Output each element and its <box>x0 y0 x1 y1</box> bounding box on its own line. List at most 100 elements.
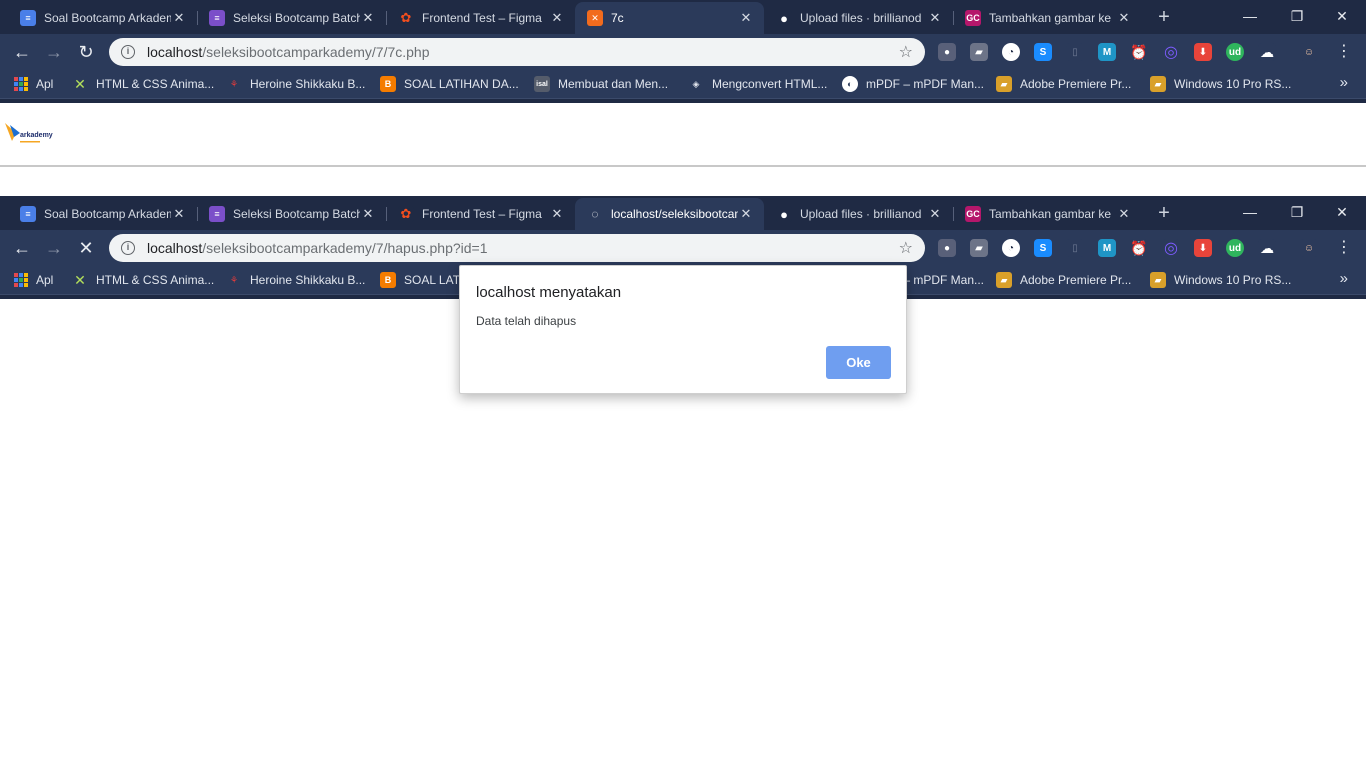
bookmark-item[interactable]: ▰ Windows 10 Pro RS... <box>1150 271 1291 289</box>
tab-title: Soal Bootcamp Arkademy <box>44 11 171 25</box>
tab-title: Seleksi Bootcamp Batch <box>233 11 360 25</box>
bookmark-item[interactable]: ◈ Mengconvert HTML... <box>688 75 827 93</box>
new-tab-button[interactable]: + <box>1152 202 1176 224</box>
profile-avatar-icon[interactable]: ☺ <box>1300 43 1318 61</box>
menu-kebab-icon[interactable]: ⋮ <box>1336 41 1352 61</box>
address-bar[interactable]: i localhost/seleksibootcamparkademy/7/7c… <box>109 38 925 66</box>
back-button[interactable]: ← <box>10 40 34 64</box>
close-icon[interactable]: ✕ <box>360 10 376 26</box>
bookmark-apps[interactable]: Apl <box>14 75 53 93</box>
info-icon[interactable]: i <box>121 45 135 59</box>
tab-hapus-loading[interactable]: ◌ localhost/seleksibootcamp ✕ <box>575 198 764 230</box>
alert-dialog: localhost menyatakan Data telah dihapus … <box>459 265 907 394</box>
profile-avatar-icon[interactable]: ☺ <box>1300 239 1318 257</box>
download-extension-icon[interactable]: ⬇ <box>1194 43 1212 61</box>
tab-tambahkan-gambar[interactable]: GC Tambahkan gambar ke ✕ <box>953 198 1142 230</box>
ok-button[interactable]: Oke <box>826 346 891 379</box>
close-icon[interactable]: ✕ <box>1116 206 1132 222</box>
cloud-extension-icon[interactable]: ☁ <box>1258 239 1276 257</box>
anime-icon: ⚘ <box>226 76 242 92</box>
m-extension-icon[interactable]: M <box>1098 43 1116 61</box>
s-extension-icon[interactable]: S <box>1034 43 1052 61</box>
bookmark-item[interactable]: ▰ Adobe Premiere Pr... <box>996 75 1131 93</box>
bookmark-item[interactable]: ✕ HTML & CSS Anima... <box>72 75 214 93</box>
tab-7c[interactable]: ✕ 7c ✕ <box>575 2 764 34</box>
tab-figma[interactable]: ✿ Frontend Test – Figma ✕ <box>386 198 575 230</box>
bookmark-item[interactable]: ✕ HTML & CSS Anima... <box>72 271 214 289</box>
xampp-icon: ✕ <box>587 10 603 26</box>
circle-extension-icon[interactable]: ◎ <box>1162 239 1180 257</box>
menu-kebab-icon[interactable]: ⋮ <box>1336 237 1352 257</box>
tab-soal-bootcamp[interactable]: ≡ Soal Bootcamp Arkademy ✕ <box>8 198 197 230</box>
picture-extension-icon[interactable]: ▰ <box>970 43 988 61</box>
close-icon[interactable]: ✕ <box>738 206 754 222</box>
bookmark-star-icon[interactable]: ☆ <box>899 238 913 258</box>
close-icon[interactable]: ✕ <box>171 10 187 26</box>
bookmark-item[interactable]: isal Membuat dan Men... <box>534 75 668 93</box>
url-text[interactable]: localhost/seleksibootcamparkademy/7/hapu… <box>147 240 899 256</box>
m-extension-icon[interactable]: M <box>1098 239 1116 257</box>
new-tab-button[interactable]: + <box>1152 6 1176 28</box>
bookmarks-more-icon[interactable]: » <box>1340 74 1348 91</box>
bookmark-star-icon[interactable]: ☆ <box>899 42 913 62</box>
close-icon[interactable]: ✕ <box>927 10 943 26</box>
minimize-button[interactable]: — <box>1230 4 1270 28</box>
tab-seleksi-bootcamp[interactable]: ≡ Seleksi Bootcamp Batch ✕ <box>197 198 386 230</box>
download-extension-icon[interactable]: ⬇ <box>1194 239 1212 257</box>
bookmark-item[interactable]: ▰ Windows 10 Pro RS... <box>1150 75 1291 93</box>
bookmarks-more-icon[interactable]: » <box>1340 270 1348 287</box>
tab-tambahkan-gambar[interactable]: GC Tambahkan gambar ke ✕ <box>953 2 1142 34</box>
bookmark-item[interactable]: ⚘ Heroine Shikkaku B... <box>226 271 365 289</box>
tab-title: localhost/seleksibootcamp <box>611 207 738 221</box>
close-icon[interactable]: ✕ <box>738 10 754 26</box>
close-icon[interactable]: ✕ <box>549 10 565 26</box>
bookmark-item[interactable]: ◐ mPDF – mPDF Man... <box>842 75 984 93</box>
bookmark-apps[interactable]: Apl <box>14 271 53 289</box>
ud-extension-icon[interactable]: ud <box>1226 43 1244 61</box>
reload-button[interactable]: ↻ <box>74 40 98 64</box>
url-text[interactable]: localhost/seleksibootcamparkademy/7/7c.p… <box>147 44 899 60</box>
circle-extension-icon[interactable]: ◎ <box>1162 43 1180 61</box>
lightbulb-extension-icon[interactable]: ● <box>938 239 956 257</box>
close-icon[interactable]: ✕ <box>360 206 376 222</box>
alarm-extension-icon[interactable]: ⏰ <box>1130 43 1148 61</box>
stop-loading-button[interactable]: ✕ <box>74 236 98 260</box>
close-icon[interactable]: ✕ <box>171 206 187 222</box>
bookmark-item[interactable]: ▰ Adobe Premiere Pr... <box>996 271 1131 289</box>
speedometer-extension-icon[interactable]: ◔ <box>1002 239 1020 257</box>
cloud-extension-icon[interactable]: ☁ <box>1258 43 1276 61</box>
close-icon[interactable]: ✕ <box>1116 10 1132 26</box>
bookmark-extension-icon[interactable]: ▯ <box>1066 43 1084 61</box>
close-icon[interactable]: ✕ <box>927 206 943 222</box>
tab-title: Soal Bootcamp Arkademy <box>44 207 171 221</box>
restore-button[interactable]: ❐ <box>1277 200 1317 224</box>
lightbulb-extension-icon[interactable]: ● <box>938 43 956 61</box>
back-button[interactable]: ← <box>10 236 34 260</box>
bookmarks-bar: Apl ✕ HTML & CSS Anima... ⚘ Heroine Shik… <box>0 69 1366 99</box>
tab-upload-files[interactable]: ● Upload files · brillianod ✕ <box>764 2 953 34</box>
bookmark-extension-icon[interactable]: ▯ <box>1066 239 1084 257</box>
picture-extension-icon[interactable]: ▰ <box>970 239 988 257</box>
close-window-button[interactable]: ✕ <box>1322 200 1362 224</box>
info-icon[interactable]: i <box>121 241 135 255</box>
minimize-button[interactable]: — <box>1230 200 1270 224</box>
alarm-extension-icon[interactable]: ⏰ <box>1130 239 1148 257</box>
arkademy-logo: arkademy <box>4 121 60 147</box>
bookmark-item[interactable]: ⚘ Heroine Shikkaku B... <box>226 75 365 93</box>
ud-extension-icon[interactable]: ud <box>1226 239 1244 257</box>
restore-button[interactable]: ❐ <box>1277 4 1317 28</box>
tab-soal-bootcamp[interactable]: ≡ Soal Bootcamp Arkademy ✕ <box>8 2 197 34</box>
speedometer-extension-icon[interactable]: ◔ <box>1002 43 1020 61</box>
s-extension-icon[interactable]: S <box>1034 239 1052 257</box>
tab-seleksi-bootcamp[interactable]: ≡ Seleksi Bootcamp Batch ✕ <box>197 2 386 34</box>
bookmark-item[interactable]: B SOAL LATIHAN DA... <box>380 75 519 93</box>
forward-button[interactable]: → <box>42 40 66 64</box>
toolbar: ← → ↻ i localhost/seleksibootcamparkadem… <box>0 34 1366 69</box>
close-window-button[interactable]: ✕ <box>1322 4 1362 28</box>
tab-upload-files[interactable]: ● Upload files · brillianod ✕ <box>764 198 953 230</box>
address-bar[interactable]: i localhost/seleksibootcamparkademy/7/ha… <box>109 234 925 262</box>
close-icon[interactable]: ✕ <box>549 206 565 222</box>
forward-button[interactable]: → <box>42 236 66 260</box>
dialog-message: Data telah dihapus <box>476 314 577 328</box>
tab-figma[interactable]: ✿ Frontend Test – Figma ✕ <box>386 2 575 34</box>
